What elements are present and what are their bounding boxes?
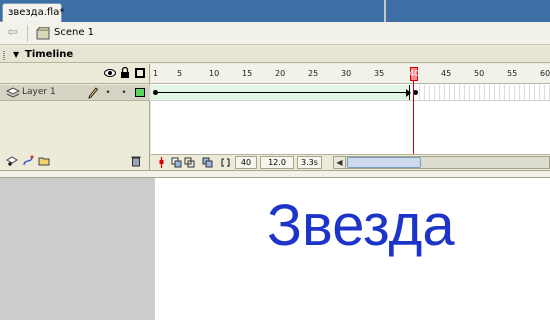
layer-name[interactable]: Layer 1 bbox=[22, 87, 56, 97]
tween-arrow-line bbox=[157, 92, 409, 93]
edit-bar: ⇦ Scene 1 bbox=[0, 22, 550, 45]
frame-ruler[interactable]: 1 5 10 15 20 25 30 35 40 45 50 55 60 bbox=[151, 64, 550, 84]
layer-header bbox=[0, 64, 150, 84]
ruler-number: 35 bbox=[374, 69, 385, 78]
onion-skin-icon[interactable] bbox=[171, 157, 182, 168]
lock-icon[interactable] bbox=[120, 67, 130, 79]
eye-icon[interactable] bbox=[104, 68, 116, 78]
elapsed-time-field: 3.3s bbox=[297, 156, 322, 169]
stage-separator bbox=[0, 170, 550, 178]
add-motion-guide-icon[interactable] bbox=[22, 155, 34, 167]
current-frame-field: 40 bbox=[235, 156, 257, 169]
frame-area[interactable]: 1 5 10 15 20 25 30 35 40 45 50 55 60 bbox=[151, 64, 550, 154]
ruler-number: 15 bbox=[242, 69, 253, 78]
insert-layer-icon[interactable] bbox=[6, 155, 18, 167]
scroll-left-arrow-icon[interactable]: ◀ bbox=[334, 157, 346, 168]
edit-bar-separator bbox=[27, 25, 28, 42]
ruler-number: 60 bbox=[540, 69, 550, 78]
insert-folder-icon[interactable] bbox=[38, 155, 50, 167]
ruler-number: 5 bbox=[177, 69, 183, 78]
scrollbar-thumb[interactable] bbox=[347, 157, 421, 168]
ruler-number: 45 bbox=[441, 69, 452, 78]
pasteboard[interactable] bbox=[0, 178, 155, 320]
onion-skin-outlines-icon[interactable] bbox=[184, 157, 195, 168]
document-tab-strip: звезда.fla* bbox=[0, 0, 550, 22]
panel-grip-icon[interactable] bbox=[3, 51, 5, 60]
scene-icon bbox=[36, 27, 50, 40]
ruler-number: 40 bbox=[409, 69, 420, 78]
visibility-dot[interactable]: • bbox=[104, 89, 112, 98]
edit-multiple-frames-icon[interactable] bbox=[202, 157, 213, 168]
ruler-number: 10 bbox=[209, 69, 220, 78]
panel-title: Timeline bbox=[25, 49, 74, 60]
layer-frame-row[interactable] bbox=[151, 85, 550, 101]
lock-dot[interactable]: • bbox=[120, 89, 128, 98]
document-tab[interactable]: звезда.fla* bbox=[2, 3, 64, 22]
tween-arrowhead bbox=[406, 89, 411, 97]
pencil-icon bbox=[88, 87, 98, 99]
tab-strip-background bbox=[62, 0, 550, 22]
stage[interactable]: Звезда bbox=[155, 178, 550, 320]
ruler-number: 25 bbox=[308, 69, 319, 78]
layer-icon bbox=[6, 87, 20, 98]
timeline-panel-header[interactable]: ▼ Timeline bbox=[0, 47, 550, 63]
layer-tools bbox=[0, 154, 150, 170]
back-arrow-icon[interactable]: ⇦ bbox=[7, 26, 21, 40]
ruler-number: 50 bbox=[474, 69, 485, 78]
timeline-status-bar: 40 12.0 fps 3.3s ◀ bbox=[151, 154, 550, 178]
layer-column: Layer 1 • • bbox=[0, 64, 150, 170]
trash-icon[interactable] bbox=[130, 155, 142, 167]
ruler-number: 1 bbox=[153, 69, 159, 78]
layer-outline-color[interactable] bbox=[135, 88, 145, 97]
empty-frames[interactable] bbox=[419, 85, 550, 100]
timeline-horizontal-scrollbar[interactable]: ◀ bbox=[333, 156, 550, 169]
layer-row[interactable]: Layer 1 • • bbox=[0, 85, 150, 101]
collapse-triangle-icon[interactable]: ▼ bbox=[13, 50, 19, 59]
ruler-number: 30 bbox=[341, 69, 352, 78]
tab-strip-divider bbox=[384, 0, 386, 22]
center-frame-icon[interactable] bbox=[156, 157, 167, 168]
frame-rate-field[interactable]: 12.0 fps bbox=[260, 156, 294, 178]
stage-text[interactable]: Звезда bbox=[267, 192, 455, 259]
outline-icon[interactable] bbox=[135, 68, 145, 78]
modify-onion-markers-icon[interactable] bbox=[220, 157, 231, 168]
playhead-line bbox=[413, 81, 414, 154]
ruler-number: 20 bbox=[275, 69, 286, 78]
scene-label[interactable]: Scene 1 bbox=[54, 27, 94, 38]
ruler-number: 55 bbox=[507, 69, 518, 78]
